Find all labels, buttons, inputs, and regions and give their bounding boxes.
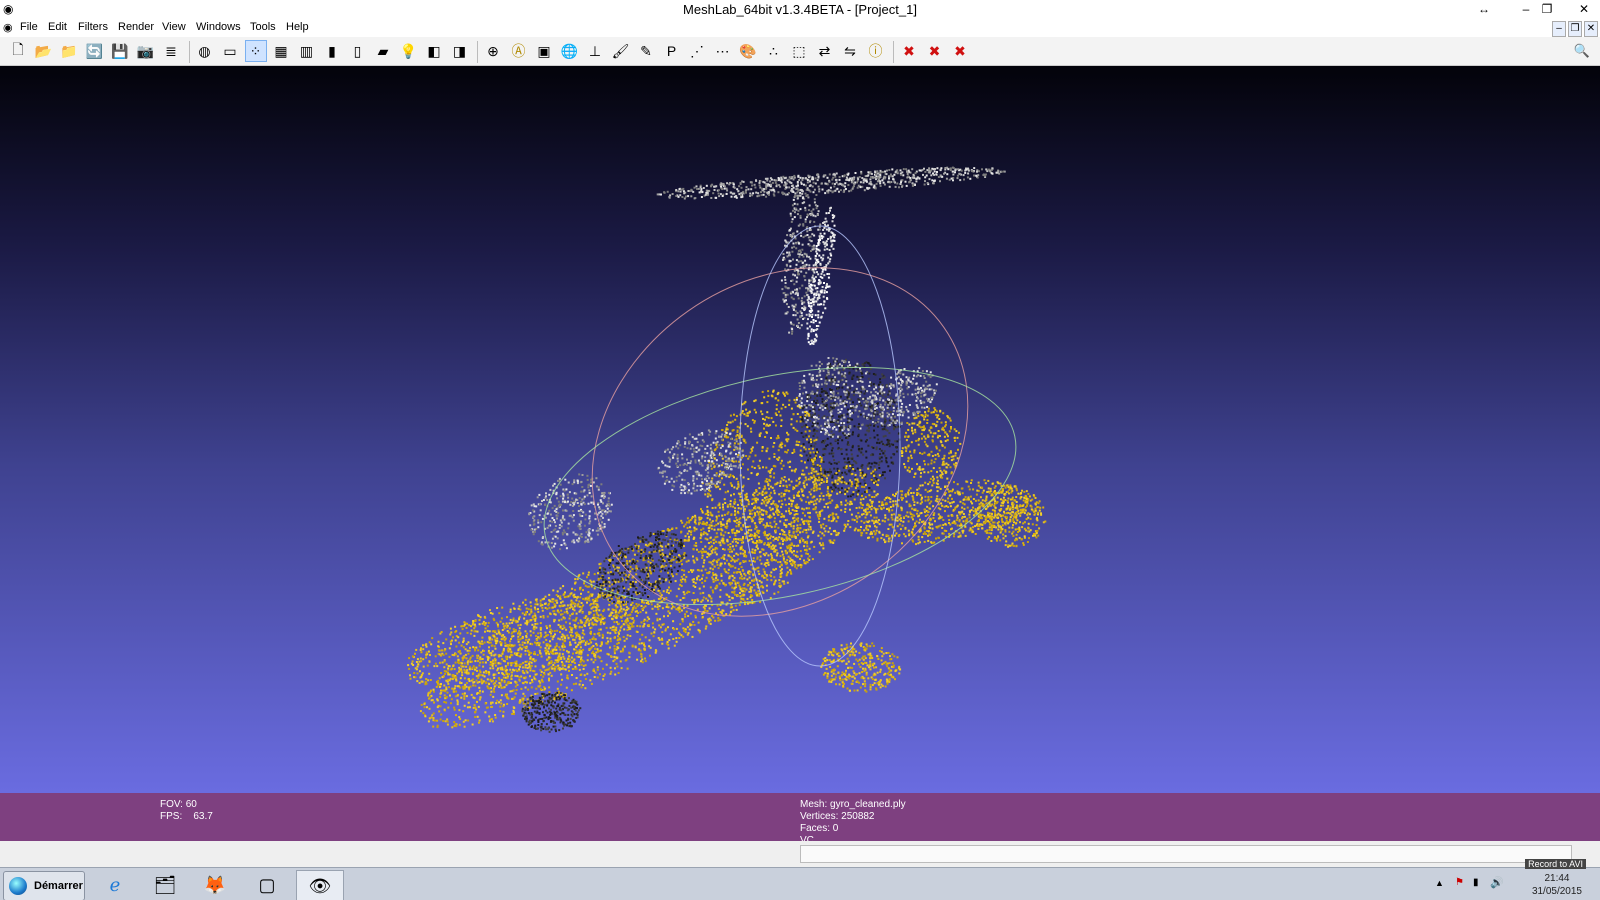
delete-vertices-icon[interactable]: ✖ — [899, 41, 919, 61]
menu-help[interactable]: Help — [286, 21, 309, 33]
save-icon[interactable]: 💾 — [110, 41, 130, 61]
meshlab-app-icon[interactable]: 👁 — [296, 870, 344, 900]
menu-edit[interactable]: Edit — [48, 21, 67, 33]
faces-text: Faces: 0 — [800, 823, 839, 834]
toolbar-separator — [893, 41, 894, 63]
info-bar: FOV: 60 FPS: 63.7 Mesh: gyro_cleaned.ply… — [0, 793, 1600, 841]
menu-view[interactable]: View — [162, 21, 186, 33]
tray-flag-icon[interactable]: ⚑ — [1455, 877, 1464, 888]
toolbar: 🗋 📂 📁 🔄 💾 📷 ≣ ◍ ▭ ⁘ ▦ ▥ ▮ ▯ ▰ 💡 ◧ ◨ ⊕ Ⓐ ▣ 🌐 ⊥ 🖌 ✎ P ⋰ ⋯ 🎨 ∴ ⬚ ⇄ ⇋ ⓘ ✖ ✖ ✖ 🔍 — [0, 37, 1600, 66]
clock[interactable]: 21:44 31/05/2015 — [1532, 872, 1582, 898]
toolbar-separator — [188, 41, 190, 63]
texture-icon[interactable]: ◨ — [450, 41, 470, 61]
flat-icon[interactable]: ▮ — [322, 41, 342, 61]
menu-file[interactable]: File — [20, 21, 38, 33]
bbox-icon[interactable]: ▭ — [220, 41, 240, 61]
fov-text: FOV: 60 — [160, 799, 197, 810]
document-icon[interactable]: ◉ — [3, 21, 13, 34]
menu-render[interactable]: Render — [118, 21, 154, 33]
color-icon[interactable]: 🎨 — [738, 41, 758, 61]
select-vertices-icon[interactable]: ⋰ — [687, 41, 707, 61]
minimize-button[interactable]: – — [1516, 2, 1536, 16]
window-app-icon[interactable]: ▢ — [244, 870, 290, 900]
snapshot-icon[interactable]: 📷 — [136, 41, 156, 61]
taskbar: Démarrer ℯ 🗂 🦊 ▢ 👁 ▲ ⚑ ▮ 🔊 Record to AVI… — [0, 859, 1600, 900]
clock-date: 31/05/2015 — [1531, 886, 1582, 897]
globe-icon[interactable]: 🌐 — [560, 41, 580, 61]
resize-icon[interactable]: ↔ — [1474, 2, 1494, 16]
new-project-icon[interactable]: 🗋 — [8, 41, 28, 61]
open-project-icon[interactable]: 📂 — [34, 41, 54, 61]
tray-network-icon[interactable]: ▮ — [1473, 877, 1479, 888]
flat-lines-icon[interactable]: ▯ — [348, 41, 368, 61]
hidden-lines-icon[interactable]: ▥ — [297, 41, 317, 61]
points-icon[interactable]: ⁘ — [244, 40, 267, 62]
brush-icon[interactable]: ✎ — [636, 41, 656, 61]
system-tray: ▲ ⚑ ▮ 🔊 Record to AVI 21:44 31/05/2015 — [1290, 859, 1600, 900]
layers-icon[interactable]: ≣ — [161, 41, 181, 61]
smooth-icon[interactable]: ▰ — [373, 41, 393, 61]
raster-icon[interactable]: ▣ — [534, 41, 554, 61]
clock-time: 21:44 — [1544, 873, 1570, 884]
start-button[interactable]: Démarrer — [3, 871, 85, 900]
reload-icon[interactable]: 🔄 — [85, 41, 105, 61]
tray-volume-icon[interactable]: 🔊 — [1490, 876, 1504, 889]
gyrocopter-point-cloud — [407, 166, 1047, 733]
title-bar: ◉ MeshLab_64bit v1.3.4BETA - [Project_1]… — [0, 0, 1600, 19]
fps-text: FPS: 63.7 — [160, 811, 213, 822]
select-faces-icon[interactable]: ⋯ — [713, 41, 733, 61]
annotation-icon[interactable]: Ⓐ — [509, 41, 529, 61]
back-face-icon[interactable]: ◧ — [424, 41, 444, 61]
tray-arrow-icon[interactable]: ▲ — [1435, 878, 1444, 888]
menu-filters[interactable]: Filters — [78, 21, 108, 33]
pick-points-icon[interactable]: P — [662, 41, 682, 61]
windows-orb-icon — [9, 877, 27, 895]
delete-faces-icon[interactable]: ✖ — [925, 41, 945, 61]
file-explorer-icon[interactable]: 🗂 — [142, 870, 188, 900]
paint-icon[interactable]: 🖌 — [611, 41, 631, 61]
mdi-minimize-button[interactable]: – — [1552, 21, 1566, 37]
window-title: MeshLab_64bit v1.3.4BETA - [Project_1] — [683, 2, 917, 17]
status-bar — [0, 841, 1600, 867]
restore-button[interactable]: ❐ — [1537, 2, 1557, 16]
3d-viewport[interactable] — [0, 66, 1600, 793]
menu-bar: ◉ File Edit Filters Render View Windows … — [0, 19, 1600, 38]
mesh-name-text: Mesh: gyro_cleaned.ply — [800, 799, 906, 810]
select-region-icon[interactable]: ⬚ — [789, 41, 809, 61]
measure-icon[interactable]: ⇋ — [840, 41, 860, 61]
search-icon[interactable]: 🔍 — [1572, 41, 1592, 61]
close-button[interactable]: ✕ — [1574, 2, 1594, 16]
record-to-avi-label[interactable]: Record to AVI — [1525, 859, 1586, 869]
progress-bar — [800, 845, 1572, 863]
start-label: Démarrer — [34, 880, 83, 892]
mdi-close-button[interactable]: ✕ — [1584, 21, 1598, 37]
point-cloud-render[interactable] — [0, 66, 1600, 793]
wireframe-icon[interactable]: ▦ — [271, 41, 291, 61]
menu-tools[interactable]: Tools — [250, 21, 276, 33]
vertices-text: Vertices: 250882 — [800, 811, 875, 822]
lighting-icon[interactable]: 💡 — [399, 41, 419, 61]
reference-icon[interactable]: ∴ — [764, 41, 784, 61]
info-icon[interactable]: ⓘ — [866, 41, 886, 61]
align-icon[interactable]: ⇄ — [815, 41, 835, 61]
mdi-restore-button[interactable]: ❐ — [1568, 21, 1582, 37]
trackball-icon[interactable]: ⊕ — [483, 41, 503, 61]
axis-icon[interactable]: ⊥ — [585, 41, 605, 61]
internet-explorer-icon[interactable]: ℯ — [92, 870, 138, 900]
shading-icon[interactable]: ◍ — [195, 41, 215, 61]
menu-windows[interactable]: Windows — [196, 21, 241, 33]
delete-all-icon[interactable]: ✖ — [950, 41, 970, 61]
import-mesh-icon[interactable]: 📁 — [59, 41, 79, 61]
firefox-icon[interactable]: 🦊 — [192, 870, 238, 900]
toolbar-separator — [477, 41, 478, 63]
